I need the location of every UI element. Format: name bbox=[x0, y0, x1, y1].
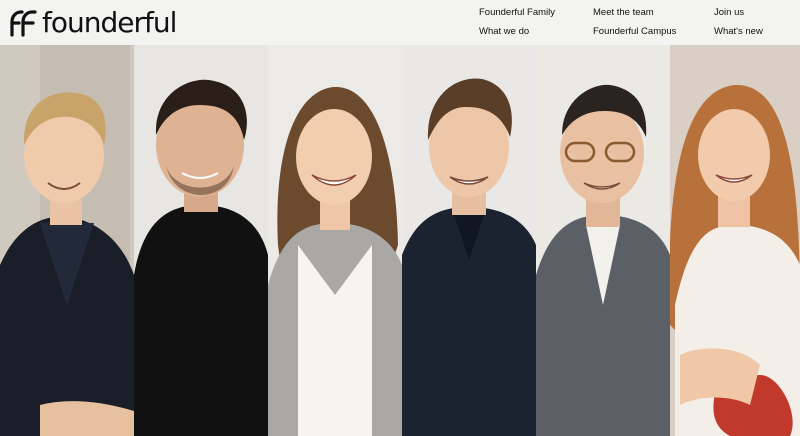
team-photo-strip bbox=[0, 45, 800, 436]
team-member-photo bbox=[268, 45, 402, 436]
team-member-photo bbox=[134, 45, 268, 436]
person-photo-icon bbox=[536, 45, 670, 436]
person-photo-icon bbox=[134, 45, 268, 436]
person-photo-icon bbox=[0, 45, 134, 436]
nav-whats-new[interactable]: What's new bbox=[714, 26, 763, 38]
team-member-photo bbox=[402, 45, 536, 436]
team-member-photo bbox=[670, 45, 800, 436]
main-nav: Founderful Family What we do Meet the te… bbox=[0, 7, 800, 41]
person-photo-icon bbox=[402, 45, 536, 436]
nav-founderful-family[interactable]: Founderful Family bbox=[479, 7, 555, 19]
site-header: founderful Founderful Family What we do … bbox=[0, 0, 800, 45]
nav-meet-the-team[interactable]: Meet the team bbox=[593, 7, 654, 19]
nav-join-us[interactable]: Join us bbox=[714, 7, 744, 19]
person-photo-icon bbox=[268, 45, 402, 436]
person-photo-icon bbox=[670, 45, 800, 436]
nav-what-we-do[interactable]: What we do bbox=[479, 26, 529, 38]
nav-founderful-campus[interactable]: Founderful Campus bbox=[593, 26, 676, 38]
team-member-photo bbox=[536, 45, 670, 436]
team-member-photo bbox=[0, 45, 134, 436]
